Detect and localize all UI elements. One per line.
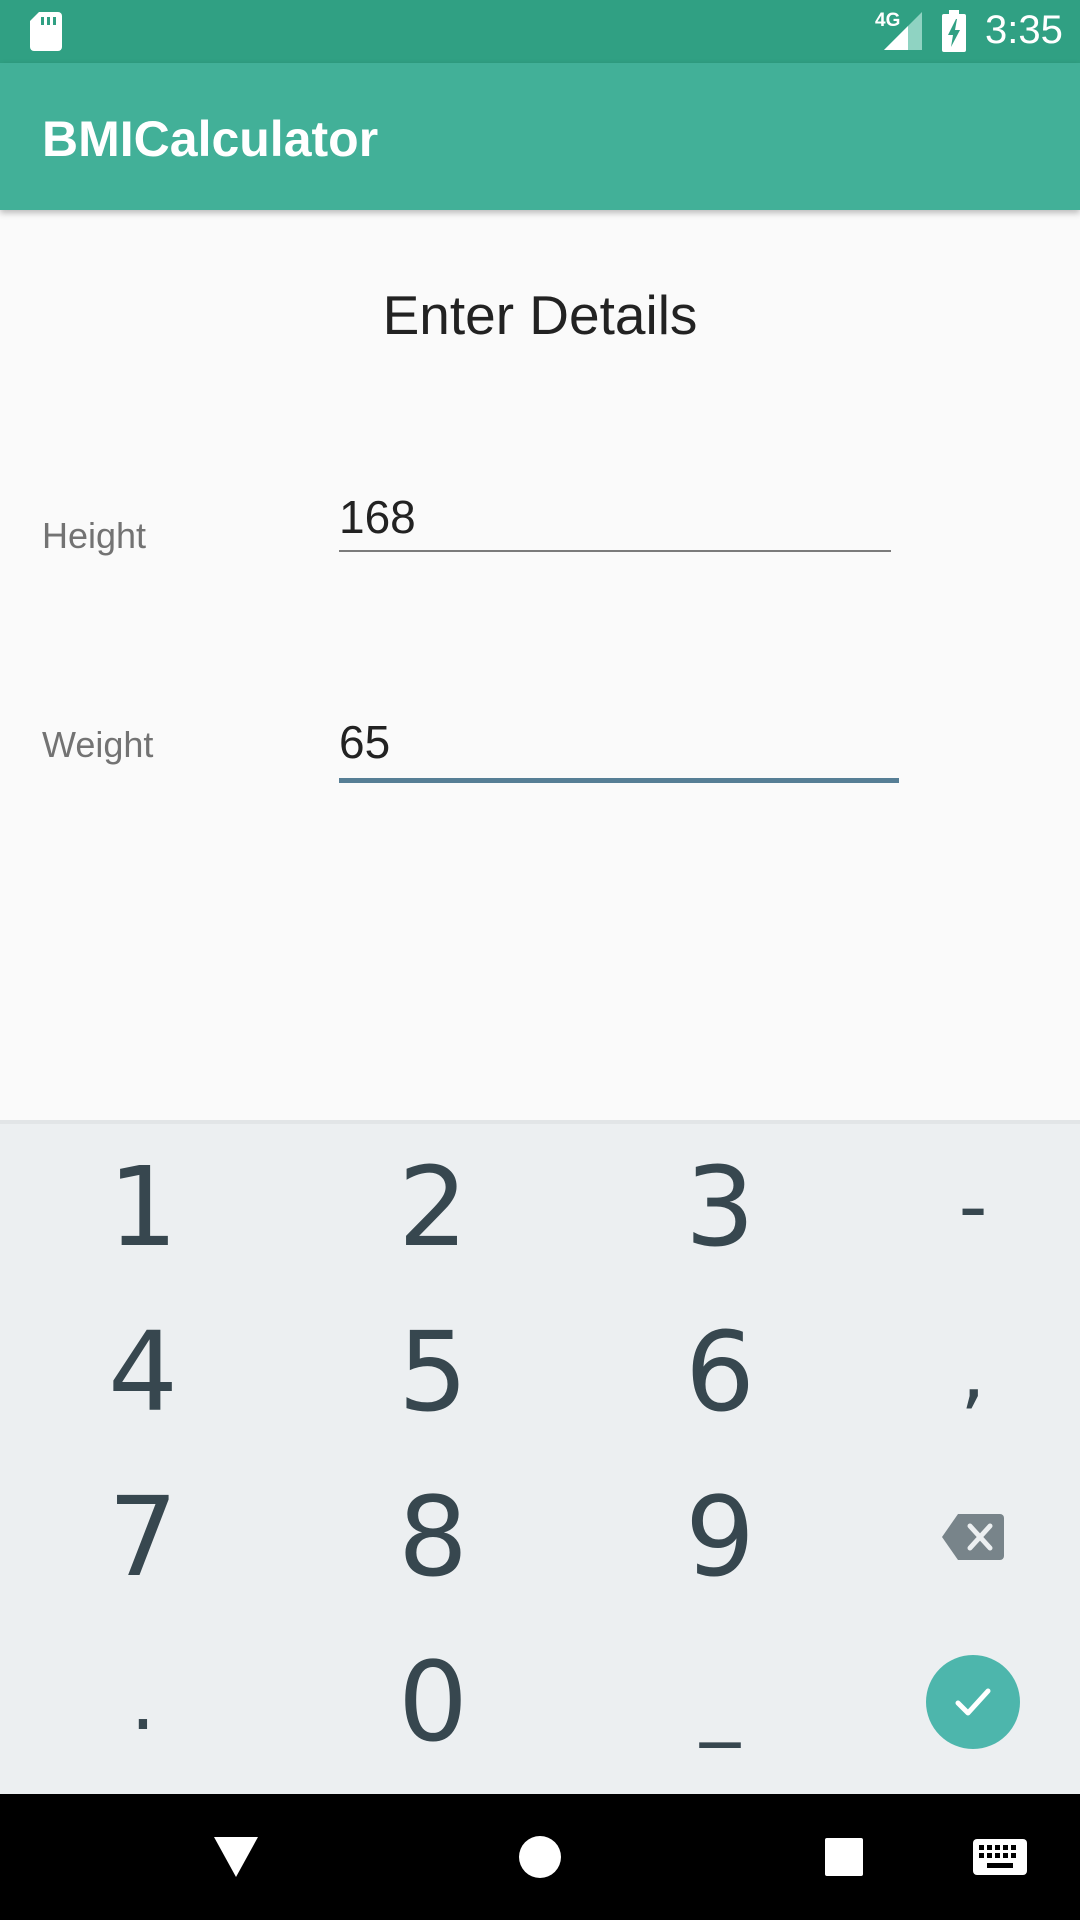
key-3[interactable]: 3 <box>585 1124 855 1289</box>
height-input[interactable]: 168 <box>339 490 416 544</box>
key-minus[interactable]: - <box>838 1124 1080 1289</box>
key-1[interactable]: 1 <box>8 1124 278 1289</box>
weight-input[interactable]: 65 <box>339 715 390 769</box>
key-comma[interactable]: , <box>838 1289 1080 1454</box>
recents-icon <box>825 1838 863 1876</box>
key-5[interactable]: 5 <box>298 1289 568 1454</box>
done-button[interactable] <box>926 1654 1020 1749</box>
key-9[interactable]: 9 <box>585 1454 855 1619</box>
weight-label: Weight <box>42 724 154 765</box>
battery-charging-icon <box>942 10 966 52</box>
key-2[interactable]: 2 <box>298 1124 568 1289</box>
navigation-bar <box>0 1794 1080 1920</box>
key-7[interactable]: 7 <box>8 1454 278 1619</box>
numeric-keyboard: 1 2 3 - 4 5 6 , 7 8 9 . 0 _ <box>0 1120 1080 1798</box>
signal-icon <box>884 12 922 50</box>
app-bar: BMICalculator <box>0 63 1080 210</box>
height-label: Height <box>42 515 147 556</box>
height-input-underline <box>339 550 891 552</box>
back-button[interactable] <box>206 1832 266 1882</box>
sd-card-icon <box>30 12 62 51</box>
status-bar: 4G 3:35 <box>0 0 1080 63</box>
key-0[interactable]: 0 <box>298 1619 568 1784</box>
done-check-icon <box>955 1688 991 1715</box>
recents-button[interactable] <box>814 1832 874 1882</box>
key-backspace[interactable] <box>838 1454 1080 1619</box>
app-title: BMICalculator <box>42 111 379 167</box>
page-heading: Enter Details <box>382 284 698 346</box>
keyboard-switch-button[interactable] <box>970 1832 1030 1882</box>
status-clock: 3:35 <box>985 8 1063 52</box>
home-icon <box>519 1836 561 1878</box>
key-8[interactable]: 8 <box>298 1454 568 1619</box>
home-button[interactable] <box>510 1832 570 1882</box>
weight-input-underline <box>339 778 899 783</box>
back-icon <box>214 1837 258 1877</box>
key-4[interactable]: 4 <box>8 1289 278 1454</box>
key-done[interactable] <box>838 1619 1080 1784</box>
backspace-icon <box>942 1513 1004 1560</box>
key-period[interactable]: . <box>8 1619 278 1784</box>
keyboard-switch-icon <box>973 1839 1027 1875</box>
key-6[interactable]: 6 <box>585 1289 855 1454</box>
key-underscore[interactable]: _ <box>585 1619 855 1784</box>
